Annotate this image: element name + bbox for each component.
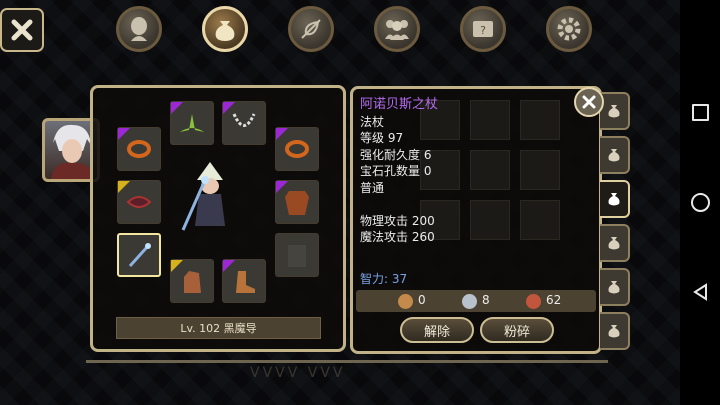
- inventory-cell: [470, 200, 510, 240]
- inventory-cell: [520, 200, 560, 240]
- bag-icon: [608, 149, 620, 162]
- ring-icon: [127, 140, 151, 158]
- tab-settings[interactable]: [546, 6, 592, 52]
- bag-tab-3[interactable]: [600, 180, 630, 218]
- settings-gear-icon: [557, 17, 581, 41]
- skill-feather-icon: [301, 19, 321, 39]
- equip-slot-bracelet[interactable]: [117, 180, 161, 224]
- copper-coin-icon: [398, 294, 413, 309]
- close-icon: [11, 19, 33, 41]
- bag-icon: [608, 237, 620, 250]
- home-button[interactable]: [688, 190, 712, 214]
- svg-text:?: ?: [480, 24, 486, 37]
- item-grade: 普通: [360, 180, 385, 195]
- square-icon: [691, 103, 709, 121]
- item-phys-atk: 物理攻击 200: [360, 213, 435, 228]
- close-icon: [582, 95, 596, 109]
- equip-slot-necklace[interactable]: [222, 101, 266, 145]
- equip-slot-gloves[interactable]: [170, 259, 214, 303]
- equip-slot-weapon[interactable]: [117, 233, 161, 277]
- item-level: 等级 97: [360, 131, 404, 145]
- item-stats: 阿诺贝斯之杖 法杖 等级 97 强化耐久度 6 宝石孔数量 0 普通 物理攻击 …: [360, 97, 438, 246]
- red-cost: 62: [546, 293, 562, 307]
- inventory-cell: [470, 150, 510, 190]
- item-type: 法杖: [360, 114, 385, 129]
- red-coin-icon: [526, 294, 541, 309]
- bag-icon: [608, 105, 620, 118]
- tab-bag[interactable]: [202, 6, 248, 52]
- bag-tab-5[interactable]: [600, 268, 630, 306]
- bag-icon: [215, 21, 235, 41]
- back-button[interactable]: [688, 280, 712, 304]
- equip-slot-armor[interactable]: [275, 180, 319, 224]
- bag-tab-4[interactable]: [600, 224, 630, 262]
- smash-button[interactable]: 粉碎: [480, 317, 554, 343]
- staff-icon: [128, 243, 151, 268]
- divider: [86, 360, 608, 363]
- item-int-bonus: 智力: 37: [360, 272, 408, 286]
- recent-apps-button[interactable]: [688, 100, 712, 124]
- equip-slot-ring[interactable]: [275, 127, 319, 171]
- close-detail-button[interactable]: [574, 87, 604, 117]
- close-window-button[interactable]: [0, 8, 44, 52]
- bag-tab-2[interactable]: [600, 136, 630, 174]
- quest-scroll-icon: ?: [473, 21, 493, 37]
- unequip-button[interactable]: 解除: [400, 317, 474, 343]
- empty-armor-icon: [288, 245, 306, 267]
- bag-icon: [608, 281, 620, 294]
- bag-icon: [608, 193, 620, 206]
- inventory-cell: [470, 100, 510, 140]
- item-name: 阿诺贝斯之杖: [360, 97, 439, 112]
- inventory-cell: [520, 100, 560, 140]
- equip-slot-hat[interactable]: [170, 101, 214, 145]
- android-nav-bar: [680, 0, 720, 405]
- tab-character[interactable]: [116, 6, 162, 52]
- bag-tab-6[interactable]: [600, 312, 630, 350]
- silver-coin-icon: [462, 294, 477, 309]
- background-text: VVVV VVV: [250, 365, 346, 381]
- tab-party[interactable]: [374, 6, 420, 52]
- tab-quests[interactable]: ?: [460, 6, 506, 52]
- tab-skills[interactable]: [288, 6, 334, 52]
- circle-icon: [690, 192, 710, 212]
- party-icon: [385, 20, 409, 40]
- copper-cost: 0: [418, 293, 426, 307]
- character-level-class: Lv. 102 黑魔导: [116, 317, 321, 339]
- equip-slot-boots[interactable]: [222, 259, 266, 303]
- back-triangle-icon: [693, 283, 707, 301]
- item-sockets: 宝石孔数量 0: [360, 164, 432, 178]
- bag-tab-1[interactable]: [600, 92, 630, 130]
- equip-slot-earring[interactable]: [117, 127, 161, 171]
- inventory-cell: [520, 150, 560, 190]
- ring-icon: [285, 140, 309, 158]
- character-head-icon: [131, 17, 147, 41]
- item-mag-atk: 魔法攻击 260: [360, 230, 435, 244]
- item-durability: 强化耐久度 6: [360, 147, 432, 162]
- character-sprite: [181, 162, 225, 231]
- equip-slot-empty[interactable]: [275, 233, 319, 277]
- bag-icon: [608, 325, 620, 338]
- silver-cost: 8: [482, 293, 490, 307]
- bracelet-icon: [126, 196, 152, 208]
